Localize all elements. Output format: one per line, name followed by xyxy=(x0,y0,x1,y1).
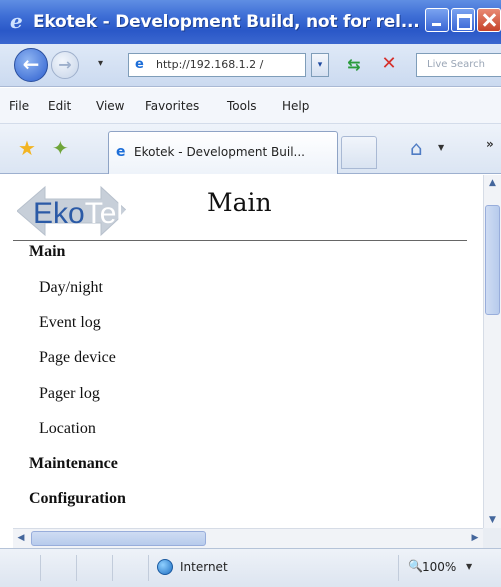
zoom-level[interactable]: 100% xyxy=(422,560,456,574)
nav-header-maintenance[interactable]: Maintenance xyxy=(29,455,118,473)
refresh-icon[interactable]: ⇆ xyxy=(343,53,365,77)
globe-icon xyxy=(157,559,173,575)
maximize-button[interactable] xyxy=(451,8,475,32)
address-url[interactable]: http://192.168.1.2 / xyxy=(156,58,300,71)
vertical-scroll-thumb[interactable] xyxy=(485,205,500,315)
nav-link-day-night[interactable]: Day/night xyxy=(39,279,103,297)
history-dropdown[interactable]: ▾ xyxy=(98,58,103,69)
nav-header-configuration[interactable]: Configuration xyxy=(29,490,126,508)
nav-header-main[interactable]: Main xyxy=(29,243,65,261)
nav-link-pager-log[interactable]: Pager log xyxy=(39,385,100,403)
page-title: Main xyxy=(207,188,272,217)
status-divider xyxy=(398,555,399,581)
page-content: EkoTek Main Main Day/night Event log Pag… xyxy=(13,175,483,528)
status-divider xyxy=(76,555,77,581)
chevron-down-icon[interactable]: ▼ xyxy=(466,562,472,571)
search-input[interactable]: Live Search xyxy=(416,53,501,77)
add-favorites-icon[interactable]: ✦ xyxy=(52,136,69,160)
search-placeholder: Live Search xyxy=(427,59,485,70)
status-divider xyxy=(112,555,113,581)
scrollbar-corner xyxy=(483,528,501,548)
scroll-up-icon[interactable]: ▲ xyxy=(484,175,501,191)
toolbar-overflow[interactable]: » xyxy=(486,137,494,151)
stop-icon[interactable]: ✕ xyxy=(378,53,400,77)
scroll-right-icon[interactable]: ▶ xyxy=(467,529,483,548)
new-tab-button[interactable] xyxy=(341,136,377,169)
security-zone[interactable]: Internet xyxy=(180,560,228,574)
vertical-scrollbar[interactable]: ▲ ▼ xyxy=(483,175,501,528)
nav-link-location[interactable]: Location xyxy=(39,420,96,438)
scroll-left-icon[interactable]: ◀ xyxy=(13,529,29,548)
menu-favorites[interactable]: Favorites xyxy=(145,99,199,113)
favorites-star-icon[interactable]: ★ xyxy=(18,136,36,160)
forward-button[interactable]: → xyxy=(51,51,79,79)
tab-ekotek[interactable]: e Ekotek - Development Buil... xyxy=(108,131,338,174)
back-button[interactable]: ← xyxy=(14,48,48,82)
page-icon: e xyxy=(135,57,144,72)
address-dropdown[interactable]: ▾ xyxy=(311,53,329,77)
close-button[interactable] xyxy=(477,8,501,32)
status-bar: Internet 🔍 100% ▼ xyxy=(0,548,501,587)
menu-edit[interactable]: Edit xyxy=(48,99,71,113)
horizontal-scrollbar[interactable]: ◀ ▶ xyxy=(13,528,483,548)
home-icon[interactable]: ⌂ xyxy=(410,136,423,160)
ie-icon: e xyxy=(10,9,23,33)
address-bar[interactable]: e http://192.168.1.2 / xyxy=(128,53,306,77)
tab-label: Ekotek - Development Buil... xyxy=(134,145,305,159)
scroll-down-icon[interactable]: ▼ xyxy=(484,512,501,528)
window-title: Ekotek - Development Build, not for rel.… xyxy=(33,12,420,32)
horizontal-scroll-thumb[interactable] xyxy=(31,531,206,546)
page-icon: e xyxy=(116,144,126,160)
zoom-icon: 🔍 xyxy=(408,559,423,573)
menu-help[interactable]: Help xyxy=(282,99,309,113)
ekotek-logo: EkoTek xyxy=(17,185,127,237)
menu-tools[interactable]: Tools xyxy=(227,99,257,113)
nav-link-event-log[interactable]: Event log xyxy=(39,314,101,332)
nav-link-page-device[interactable]: Page device xyxy=(39,349,116,367)
logo-text: EkoTek xyxy=(33,197,127,230)
address-toolbar: ← → ▾ e http://192.168.1.2 / ▾ ⇆ ✕ Live … xyxy=(0,44,501,87)
chevron-down-icon[interactable]: ▼ xyxy=(438,143,444,152)
status-divider xyxy=(40,555,41,581)
menu-view[interactable]: View xyxy=(96,99,124,113)
tab-bar: ★ ✦ e Ekotek - Development Buil... ⌂ ▼ » xyxy=(0,124,501,174)
menu-file[interactable]: File xyxy=(9,99,29,113)
minimize-button[interactable] xyxy=(425,8,449,32)
menu-bar: File Edit View Favorites Tools Help xyxy=(0,88,501,124)
status-divider xyxy=(148,555,149,581)
divider xyxy=(13,240,467,241)
title-bar: e Ekotek - Development Build, not for re… xyxy=(0,0,501,44)
